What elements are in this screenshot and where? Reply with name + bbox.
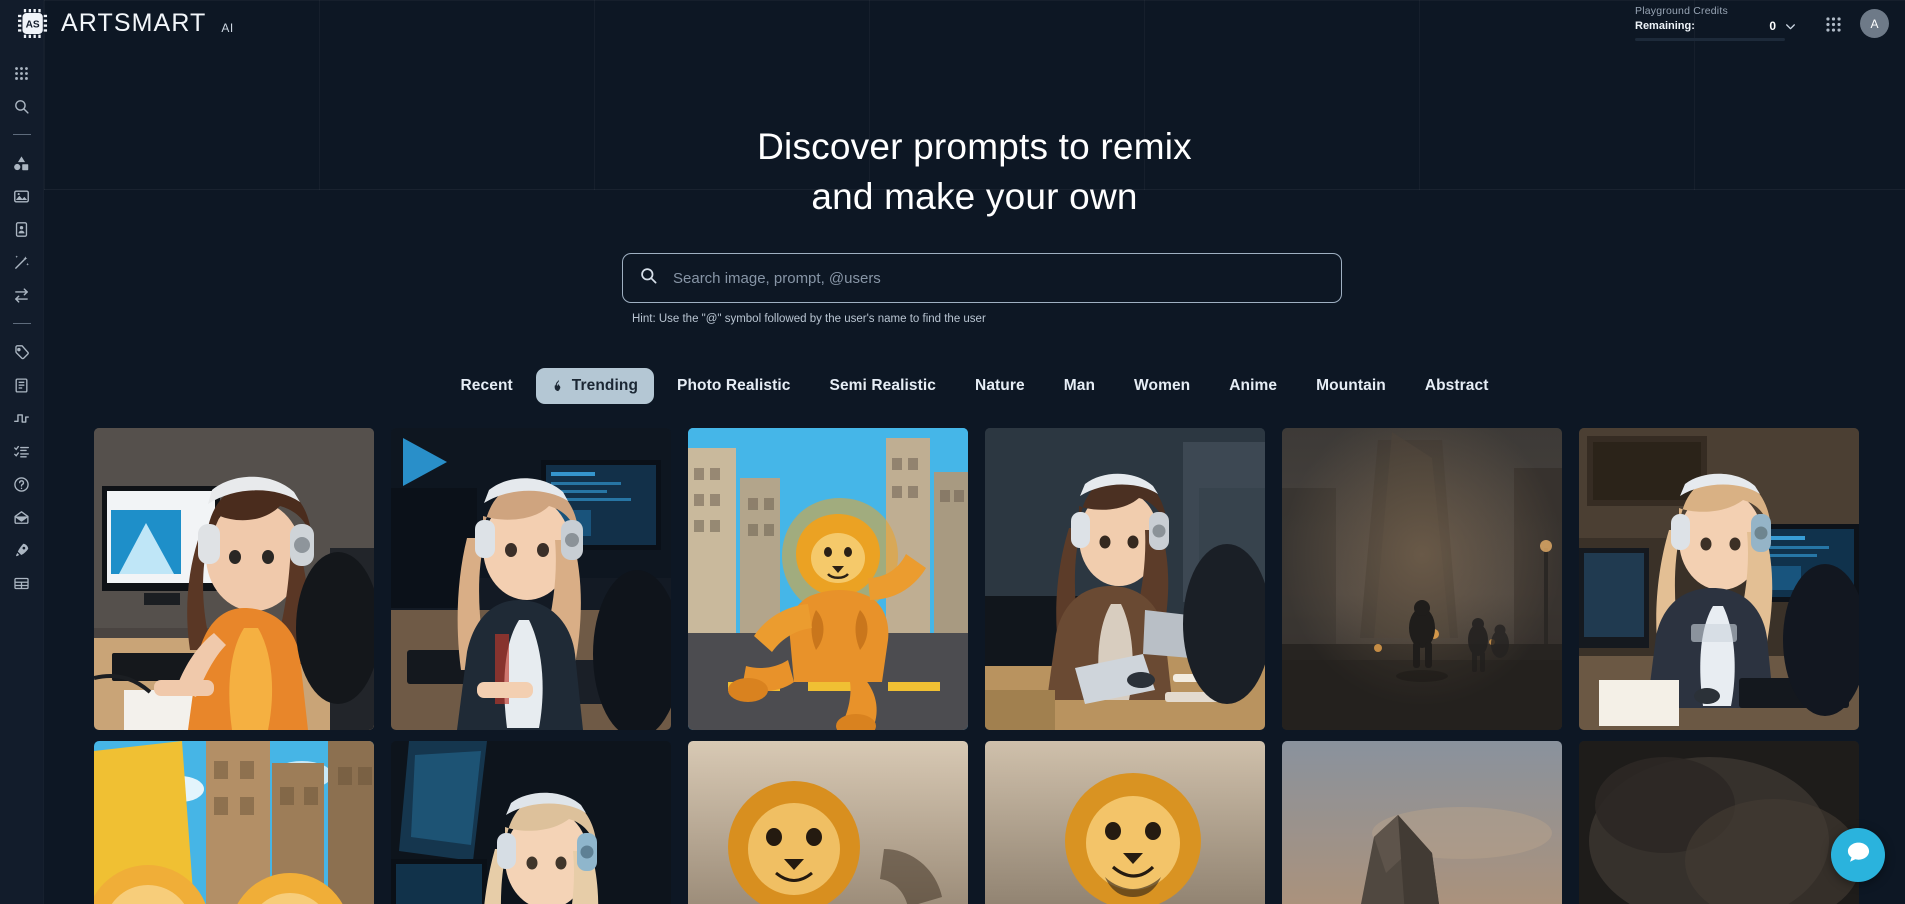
sidebar-item-magic-wand[interactable] xyxy=(7,247,37,277)
gallery-card[interactable] xyxy=(985,741,1265,904)
tab-label: Recent xyxy=(460,377,513,394)
credits-remaining-label: Remaining: xyxy=(1635,20,1695,32)
tab-nature[interactable]: Nature xyxy=(959,368,1041,404)
gallery-image xyxy=(985,428,1265,730)
prompt-gallery-grid xyxy=(44,428,1905,904)
brand-logo[interactable]: AS ARTSMART AI xyxy=(18,9,234,38)
apps-grid-icon[interactable] xyxy=(1821,12,1845,36)
chat-bubble-icon xyxy=(1845,839,1872,871)
tab-mountain[interactable]: Mountain xyxy=(1300,368,1402,404)
tab-label: Trending xyxy=(571,377,639,394)
search-input[interactable] xyxy=(673,269,1325,287)
tab-trending[interactable]: Trending xyxy=(535,368,655,404)
credits-remaining-value: 0 xyxy=(1769,19,1776,33)
search-icon xyxy=(639,266,658,290)
gallery-image xyxy=(1282,741,1562,904)
avatar[interactable]: A xyxy=(1860,9,1889,38)
sidebar-item-pulse[interactable] xyxy=(7,403,37,433)
gallery-image xyxy=(391,428,671,730)
tab-semi-realistic[interactable]: Semi Realistic xyxy=(814,368,953,404)
tab-label: Abstract xyxy=(1424,377,1489,394)
tab-label: Man xyxy=(1063,377,1096,394)
brand-suffix: AI xyxy=(221,20,234,35)
gallery-image xyxy=(94,741,374,904)
svg-text:AS: AS xyxy=(26,19,40,30)
gallery-image xyxy=(688,428,968,730)
gallery-card[interactable] xyxy=(94,428,374,730)
sidebar-item-checklist[interactable] xyxy=(7,436,37,466)
tab-recent[interactable]: Recent xyxy=(445,368,529,404)
search-box[interactable] xyxy=(622,253,1342,303)
chat-widget-button[interactable] xyxy=(1831,828,1885,882)
search-hint: Hint: Use the "@" symbol followed by the… xyxy=(632,313,986,325)
tab-women[interactable]: Women xyxy=(1118,368,1206,404)
gallery-card[interactable] xyxy=(391,428,671,730)
gallery-card[interactable] xyxy=(985,428,1265,730)
gallery-card[interactable] xyxy=(1282,741,1562,904)
brand-name: ARTSMART xyxy=(61,9,207,37)
tab-anime[interactable]: Anime xyxy=(1213,368,1293,404)
chevron-down-icon[interactable] xyxy=(1784,20,1797,33)
sidebar-divider-1 xyxy=(12,134,31,135)
gallery-image xyxy=(1579,428,1859,730)
chip-logo-icon: AS xyxy=(18,9,49,38)
tab-man[interactable]: Man xyxy=(1048,368,1111,404)
sidebar-item-image[interactable] xyxy=(7,181,37,211)
page-title: Discover prompts to remix and make your … xyxy=(757,126,1192,217)
sidebar-item-shapes[interactable] xyxy=(7,148,37,178)
gallery-image xyxy=(1282,428,1562,730)
sidebar-item-envelope[interactable] xyxy=(7,502,37,532)
tab-label: Photo Realistic xyxy=(677,377,791,394)
sidebar-item-portrait[interactable] xyxy=(7,214,37,244)
tab-photo-realistic[interactable]: Photo Realistic xyxy=(661,368,806,404)
sidebar-item-swap[interactable] xyxy=(7,280,37,310)
sidebar-item-search[interactable] xyxy=(7,91,37,121)
sidebar-item-help[interactable] xyxy=(7,469,37,499)
sidebar-item-tags[interactable] xyxy=(7,337,37,367)
sidebar-item-table[interactable] xyxy=(7,568,37,598)
sidebar-item-apps-grid[interactable] xyxy=(7,58,37,88)
gallery-image xyxy=(391,741,671,904)
credits-title: Playground Credits xyxy=(1635,5,1728,17)
gallery-image xyxy=(1579,741,1859,904)
category-tabs: Recent Trending Photo Realistic Semi Rea… xyxy=(44,368,1905,404)
sidebar-divider-2 xyxy=(12,323,31,324)
gallery-card[interactable] xyxy=(1579,741,1859,904)
sidebar-item-rocket[interactable] xyxy=(7,535,37,565)
gallery-card[interactable] xyxy=(688,741,968,904)
gallery-card[interactable] xyxy=(1579,428,1859,730)
gallery-card[interactable] xyxy=(391,741,671,904)
app-root: AS ARTSMART AI Playground Credits Remain… xyxy=(0,0,1905,904)
tab-label: Mountain xyxy=(1316,377,1386,394)
gallery-card[interactable] xyxy=(1282,428,1562,730)
tab-label: Anime xyxy=(1229,377,1278,394)
tab-abstract[interactable]: Abstract xyxy=(1409,368,1505,404)
flame-icon xyxy=(552,379,565,394)
credits-progress-bar xyxy=(1635,38,1785,41)
tab-label: Nature xyxy=(975,377,1025,394)
gallery-image xyxy=(688,741,968,904)
tab-label: Semi Realistic xyxy=(829,377,937,394)
sidebar-item-book[interactable] xyxy=(7,370,37,400)
left-sidebar xyxy=(0,0,44,904)
search-section: Hint: Use the "@" symbol followed by the… xyxy=(622,253,1342,325)
gallery-card[interactable] xyxy=(94,741,374,904)
gallery-image xyxy=(985,741,1265,904)
gallery-card[interactable] xyxy=(688,428,968,730)
playground-credits[interactable]: Playground Credits Remaining: 0 xyxy=(1635,5,1797,41)
tab-label: Women xyxy=(1134,377,1191,394)
gallery-image xyxy=(94,428,374,730)
